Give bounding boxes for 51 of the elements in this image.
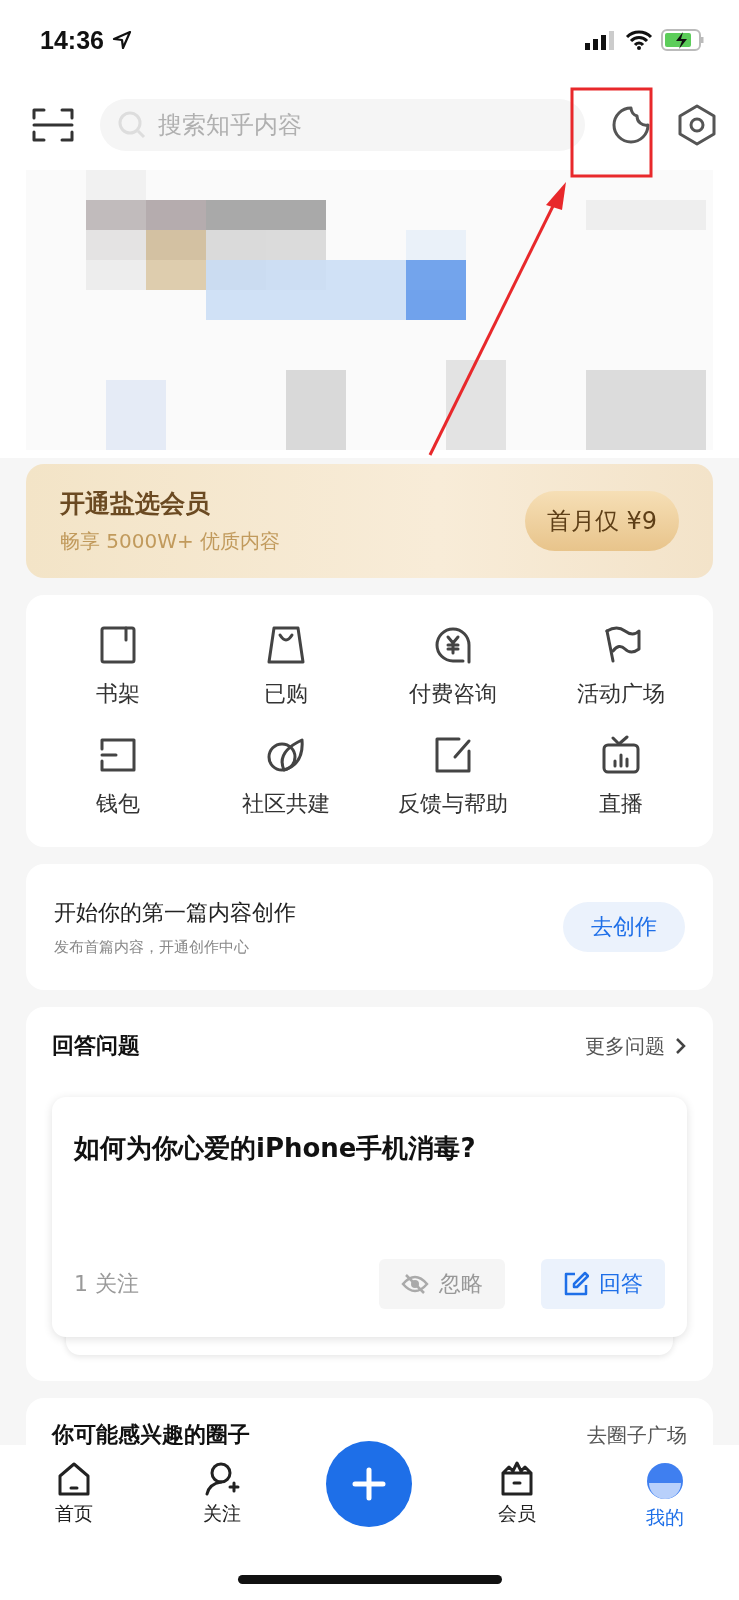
shortcut-item[interactable]: 社区共建 xyxy=(201,735,370,819)
crown-box-icon xyxy=(499,1461,536,1497)
tab-item[interactable]: 首页 xyxy=(0,1453,148,1527)
night-mode-button[interactable] xyxy=(611,105,651,145)
status-time: 14:36 xyxy=(40,25,104,55)
shortcut-item[interactable]: 付费咨询 xyxy=(369,625,538,709)
shortcut-item[interactable]: 书架 xyxy=(34,625,202,709)
edit-icon xyxy=(433,735,474,775)
tv-icon xyxy=(601,735,642,775)
trial-button[interactable]: 首月仅 ¥9 xyxy=(524,491,679,551)
yen-bubble-icon xyxy=(433,625,474,665)
signal-icon xyxy=(585,30,617,50)
section-title: 你可能感兴趣的圈子 xyxy=(52,1421,250,1449)
shortcut-item[interactable]: 已购 xyxy=(201,625,370,709)
scan-icon xyxy=(32,106,74,144)
settings-button[interactable] xyxy=(677,104,717,146)
question-title: 如何为你心爱的iPhone手机消毒? xyxy=(74,1132,477,1165)
member-banner[interactable]: 开通盐选会员 畅享 5000W+ 优质内容 首月仅 ¥9 xyxy=(26,464,713,578)
battery-icon xyxy=(661,29,705,51)
wifi-icon xyxy=(625,30,653,50)
shortcut-item[interactable]: 钱包 xyxy=(34,735,202,819)
settings-icon xyxy=(677,104,717,146)
more-questions-link[interactable]: 更多问题 xyxy=(585,1032,687,1060)
banner-subtitle: 畅享 5000W+ 优质内容 xyxy=(60,528,281,555)
creation-subtitle: 发布首篇内容，开通创作中心 xyxy=(54,937,250,957)
plus-icon xyxy=(352,1467,387,1501)
banner-title: 开通盐选会员 xyxy=(60,488,211,520)
search-field[interactable]: 搜索知乎内容 xyxy=(100,99,585,151)
shortcut-item[interactable]: 直播 xyxy=(537,735,705,819)
bag-icon xyxy=(265,625,306,665)
eye-slash-icon xyxy=(401,1273,429,1295)
shortcut-item[interactable]: 活动广场 xyxy=(537,625,705,709)
answer-button[interactable]: 回答 xyxy=(541,1259,665,1309)
create-button[interactable]: 去创作 xyxy=(563,902,685,952)
tab-item[interactable]: 关注 xyxy=(147,1453,296,1527)
moon-icon xyxy=(611,105,651,145)
follower-count: 1 关注 xyxy=(74,1270,140,1298)
tab-item[interactable]: 我的 xyxy=(591,1453,739,1531)
avatar-icon xyxy=(645,1461,686,1501)
person-plus-icon xyxy=(203,1461,240,1497)
section-title: 回答问题 xyxy=(52,1032,140,1060)
question-card[interactable]: 如何为你心爱的iPhone手机消毒? 1 关注 忽略 回答 xyxy=(52,1097,687,1337)
creation-title: 开始你的第一篇内容创作 xyxy=(54,898,296,927)
circle-square-link[interactable]: 去圈子广场 xyxy=(587,1421,687,1449)
location-icon xyxy=(111,30,132,50)
chevron-icon xyxy=(675,1037,687,1055)
scan-button[interactable] xyxy=(32,106,74,144)
search-icon xyxy=(118,111,146,139)
tab-item[interactable]: 会员 xyxy=(443,1453,592,1527)
shortcut-item[interactable]: 反馈与帮助 xyxy=(369,735,538,819)
edit-icon xyxy=(563,1271,589,1297)
